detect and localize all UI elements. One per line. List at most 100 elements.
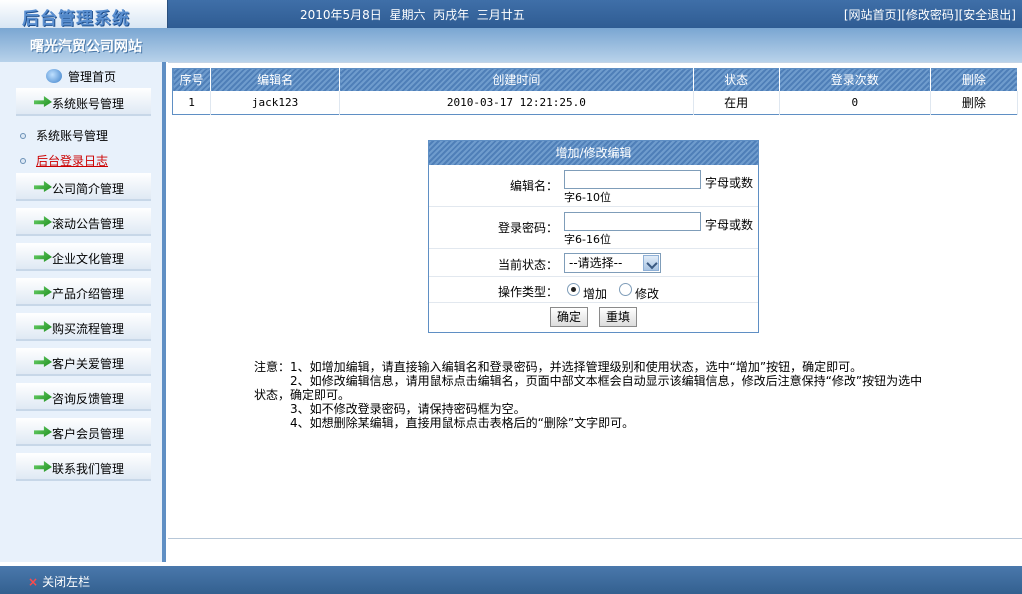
- sidebar-item-label: 滚动公告管理: [52, 217, 125, 231]
- form-row-name: 编辑名： 字母或数 字6-10位: [429, 165, 758, 207]
- site-home-link[interactable]: [网站首页]: [844, 8, 901, 22]
- notes-section: 注意：1、如增加编辑，请直接输入编辑名和登录密码，并选择管理级别和使用状态，选中…: [254, 360, 944, 430]
- sidebar-item-scroll-notice[interactable]: 滚动公告管理: [16, 208, 151, 236]
- column-header: 删除: [930, 68, 1019, 91]
- status-label: 当前状态：: [497, 258, 558, 272]
- bullet-icon: [20, 158, 26, 164]
- site-title-bar: 曙光汽贸公司网站: [0, 28, 1022, 62]
- arrow-icon: [34, 251, 52, 262]
- arrow-icon: [34, 286, 52, 297]
- arrow-icon: [34, 321, 52, 332]
- editor-name-link[interactable]: jack123: [210, 90, 341, 115]
- chevron-down-icon: [643, 255, 659, 271]
- change-password-link[interactable]: [修改密码]: [901, 8, 958, 22]
- add-radio-label: 增加: [583, 287, 608, 301]
- sidebar-item-company-intro[interactable]: 公司简介管理: [16, 173, 151, 201]
- password-input[interactable]: [564, 212, 701, 231]
- sidebar-item-label: 系统账号管理: [52, 97, 125, 111]
- status-selected-value: --请选择--: [569, 256, 623, 270]
- top-links: [网站首页][修改密码][安全退出]: [844, 6, 1016, 23]
- arrow-icon: [34, 461, 52, 472]
- logout-link[interactable]: [安全退出]: [959, 8, 1016, 22]
- globe-icon: [46, 69, 62, 83]
- login-count: 0: [779, 90, 931, 115]
- submenu-label: 后台登录日志: [36, 154, 109, 168]
- add-radio[interactable]: [567, 283, 580, 296]
- name-hint: 字母或数: [705, 176, 754, 190]
- sidebar-item-label: 咨询反馈管理: [52, 392, 125, 406]
- arrow-icon: [34, 216, 52, 227]
- sidebar-item-account[interactable]: 系统账号管理: [16, 88, 151, 116]
- sidebar-item-label: 企业文化管理: [52, 252, 125, 266]
- password-hint-2: 字6-16位: [564, 233, 611, 246]
- arrow-icon: [34, 391, 52, 402]
- left-sidebar: 管理首页 系统账号管理 系统账号管理 后台登录日志 公司简介管理 滚动公告管理 …: [0, 62, 166, 562]
- note-line: 4、如想删除某编辑，直接用鼠标点击表格后的“删除”文字即可。: [290, 416, 635, 430]
- reset-button[interactable]: 重填: [599, 307, 638, 327]
- edit-form-panel: 增加/修改编辑 编辑名： 字母或数 字6-10位 登录密码： 字母或数 字6-1…: [428, 140, 759, 333]
- sidebar-item-culture[interactable]: 企业文化管理: [16, 243, 151, 271]
- logo: 后台管理系统: [0, 0, 168, 29]
- password-hint: 字母或数: [705, 218, 754, 232]
- sidebar-item-contact[interactable]: 联系我们管理: [16, 453, 151, 481]
- sidebar-item-feedback[interactable]: 咨询反馈管理: [16, 383, 151, 411]
- site-name: 曙光汽贸公司网站: [30, 39, 142, 55]
- delete-link[interactable]: 删除: [930, 90, 1019, 115]
- top-header-bar: 后台管理系统 2010年5月8日 星期六 丙戌年 三月廿五 [网站首页][修改密…: [0, 0, 1022, 29]
- sidebar-item-label: 产品介绍管理: [52, 287, 125, 301]
- bullet-icon: [20, 133, 26, 139]
- note-line: 3、如不修改登录密码，请保持密码框为空。: [290, 402, 526, 416]
- sidebar-item-label: 客户会员管理: [52, 427, 125, 441]
- edit-radio-label: 修改: [635, 287, 660, 301]
- operation-label: 操作类型：: [497, 285, 558, 299]
- arrow-icon: [34, 181, 52, 192]
- note-line: 注意：1、如增加编辑，请直接输入编辑名和登录密码，并选择管理级别和使用状态，选中…: [254, 360, 863, 374]
- account-table: 序号 编辑名 创建时间 状态 登录次数 删除 1 jack123 2010-03…: [172, 68, 1019, 115]
- column-header: 序号: [172, 68, 212, 91]
- submenu-item-login-log[interactable]: 后台登录日志: [20, 152, 108, 169]
- form-row-status: 当前状态： --请选择--: [429, 249, 758, 277]
- column-header: 登录次数: [779, 68, 931, 91]
- date-display: 2010年5月8日 星期六 丙戌年 三月廿五: [300, 8, 525, 22]
- row-index: 1: [172, 90, 212, 115]
- sidebar-home[interactable]: 管理首页: [46, 68, 116, 85]
- close-left-label: 关闭左栏: [42, 575, 91, 589]
- status-select[interactable]: --请选择--: [564, 253, 661, 273]
- form-row-password: 登录密码： 字母或数 字6-16位: [429, 207, 758, 249]
- editor-name-input[interactable]: [564, 170, 701, 189]
- note-line: 状态，确定即可。: [254, 388, 351, 402]
- password-label: 登录密码：: [497, 221, 558, 235]
- sidebar-item-purchase-flow[interactable]: 购买流程管理: [16, 313, 151, 341]
- name-label: 编辑名：: [509, 179, 558, 193]
- sidebar-item-label: 客户关爱管理: [52, 357, 125, 371]
- arrow-icon: [34, 426, 52, 437]
- submenu-label: 系统账号管理: [36, 129, 109, 143]
- status-cell: 在用: [693, 90, 780, 115]
- sidebar-item-customer-care[interactable]: 客户关爱管理: [16, 348, 151, 376]
- table-row: 1 jack123 2010-03-17 12:21:25.0 在用 0 删除: [172, 90, 1019, 115]
- bottom-bar: × 关闭左栏: [0, 566, 1022, 594]
- sidebar-item-label: 购买流程管理: [52, 322, 125, 336]
- sidebar-item-products[interactable]: 产品介绍管理: [16, 278, 151, 306]
- sidebar-home-label: 管理首页: [68, 70, 117, 84]
- logo-text: 后台管理系统: [22, 9, 130, 29]
- column-header: 创建时间: [339, 68, 694, 91]
- submenu-item-account[interactable]: 系统账号管理: [20, 127, 108, 144]
- name-hint-2: 字6-10位: [564, 191, 611, 204]
- close-icon: ×: [28, 575, 39, 589]
- sidebar-item-members[interactable]: 客户会员管理: [16, 418, 151, 446]
- arrow-icon: [34, 96, 52, 107]
- form-title: 增加/修改编辑: [429, 141, 758, 165]
- divider: [168, 538, 1022, 539]
- form-row-operation: 操作类型： 增加 修改: [429, 277, 758, 303]
- column-header: 状态: [693, 68, 780, 91]
- column-header: 编辑名: [210, 68, 341, 91]
- created-time: 2010-03-17 12:21:25.0: [339, 90, 694, 115]
- note-line: 2、如修改编辑信息，请用鼠标点击编辑名，页面中部文本框会自动显示该编辑信息，修改…: [290, 374, 923, 388]
- close-left-panel-button[interactable]: × 关闭左栏: [28, 573, 90, 590]
- table-header-row: 序号 编辑名 创建时间 状态 登录次数 删除: [172, 68, 1019, 91]
- sidebar-item-label: 公司简介管理: [52, 182, 125, 196]
- arrow-icon: [34, 356, 52, 367]
- edit-radio[interactable]: [619, 283, 632, 296]
- submit-button[interactable]: 确定: [550, 307, 589, 327]
